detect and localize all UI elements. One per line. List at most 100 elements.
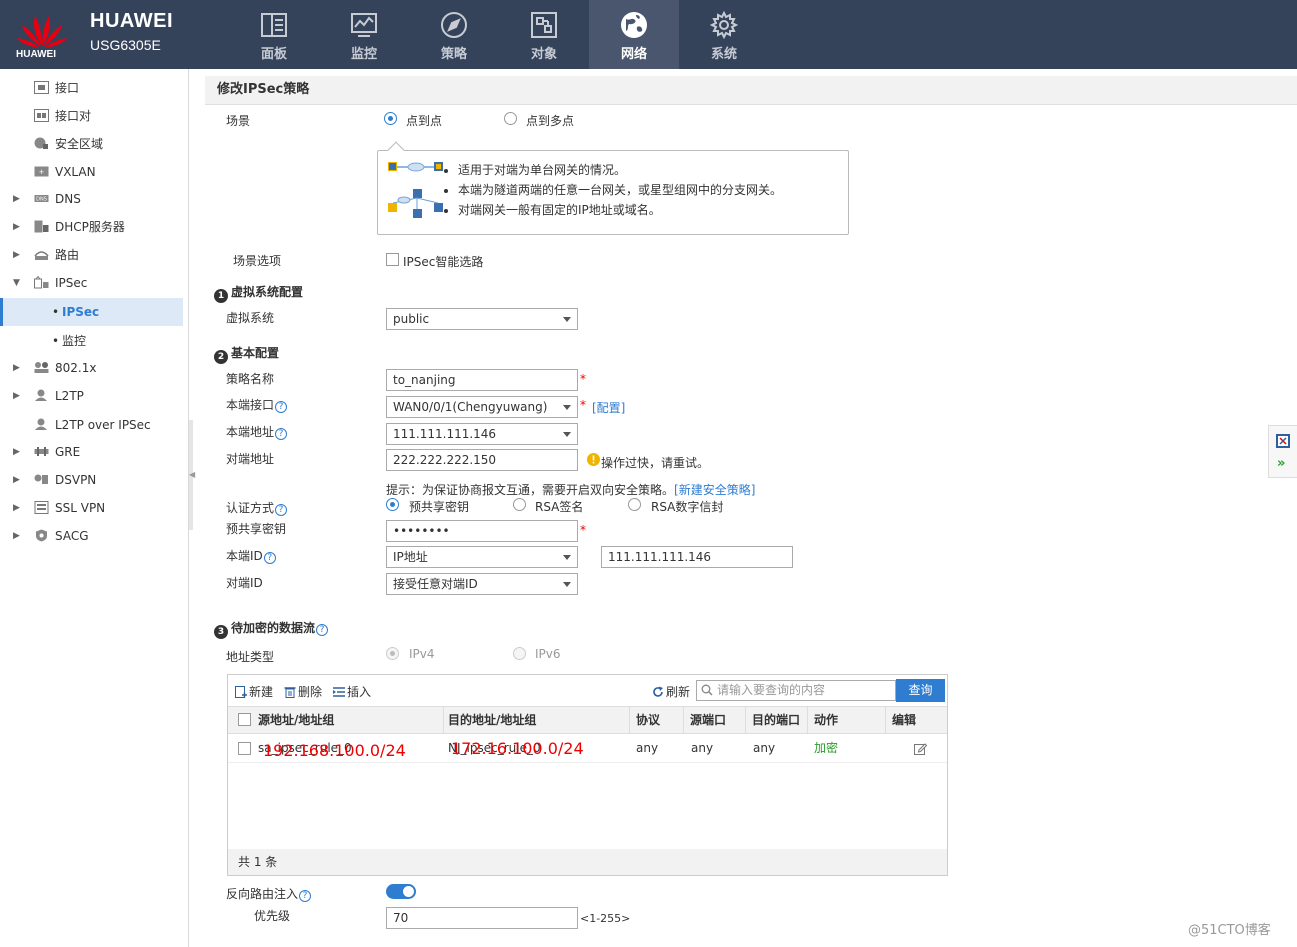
smart-routing-checkbox[interactable] <box>386 253 399 266</box>
local-id-input[interactable]: 111.111.111.146 <box>601 546 793 568</box>
expand-right-icon[interactable]: ▶ <box>13 243 20 267</box>
sidebar-item-ipsec-monitor[interactable]: • 监控 <box>0 329 183 353</box>
row-protocol: any <box>636 741 659 755</box>
gre-icon <box>34 447 49 456</box>
select-all-checkbox[interactable] <box>238 713 251 726</box>
nav-dashboard[interactable]: 面板 <box>229 0 319 69</box>
nav-system[interactable]: 系统 <box>679 0 769 69</box>
col-protocol[interactable]: 协议 <box>630 707 684 733</box>
sidebar-item-dsvpn[interactable]: ▶ DSVPN <box>0 468 183 492</box>
top-header: HUAWEI HUAWEI USG6305E 面板 监控 策略 对象 网络 系统 <box>0 0 1297 69</box>
row-checkbox[interactable] <box>238 742 251 755</box>
sidebar-item-interface[interactable]: 接口 <box>0 76 183 100</box>
help-icon[interactable]: ? <box>316 624 329 636</box>
expand-right-icon[interactable]: ▶ <box>13 468 20 492</box>
config-link[interactable]: [配置] <box>592 399 625 416</box>
col-dst-port[interactable]: 目的端口 <box>746 707 808 733</box>
delete-button[interactable]: 删除 <box>284 683 322 700</box>
sidebar-item-dot1x[interactable]: ▶ 802.1x <box>0 356 183 380</box>
scene-info-item: 本端为隧道两端的任意一台网关，或星型组网中的分支网关。 <box>458 180 782 200</box>
auth-rsa-envelope-label: RSA数字信封 <box>651 500 724 514</box>
new-button[interactable]: 新建 <box>235 683 273 700</box>
vsys-select[interactable]: public <box>386 308 578 330</box>
col-action[interactable]: 动作 <box>808 707 886 733</box>
sidebar-item-ipsec[interactable]: ▼ IPSec <box>0 271 183 295</box>
sidebar-item-sacg[interactable]: ▶ SACG <box>0 524 183 548</box>
nav-network[interactable]: 网络 <box>589 0 679 69</box>
ipv6-radio[interactable] <box>513 647 526 660</box>
nav-policy[interactable]: 策略 <box>409 0 499 69</box>
nav-object[interactable]: 对象 <box>499 0 589 69</box>
nav-monitor[interactable]: 监控 <box>319 0 409 69</box>
expand-down-icon[interactable]: ▼ <box>13 271 20 295</box>
expand-right-icon[interactable]: ▶ <box>13 524 20 548</box>
scene-p2p-radio[interactable] <box>384 112 397 125</box>
auth-rsa-sign-radio[interactable] <box>513 498 526 511</box>
brand-name: HUAWEI <box>90 10 173 32</box>
help-icon[interactable]: ? <box>263 552 276 564</box>
sidebar-item-dhcp[interactable]: ▶ DHCP服务器 <box>0 215 183 239</box>
row-src-port: any <box>691 741 714 755</box>
auth-psk-radio[interactable] <box>386 498 399 511</box>
edit-icon[interactable] <box>914 742 927 755</box>
sidebar-item-interface-pair[interactable]: 接口对 <box>0 104 183 128</box>
sidebar-item-gre[interactable]: ▶ GRE <box>0 440 183 464</box>
local-id-type-select[interactable]: IP地址 <box>386 546 578 568</box>
sidebar-item-route[interactable]: ▶ 路由 <box>0 243 183 267</box>
ipv4-radio[interactable] <box>386 647 399 660</box>
peer-id-select[interactable]: 接受任意对端ID <box>386 573 578 595</box>
peer-address-input[interactable]: 222.222.222.150 <box>386 449 578 471</box>
local-interface-select[interactable]: WAN0/0/1(Chengyuwang) <box>386 396 578 418</box>
sidebar-item-sslvpn[interactable]: ▶ SSL VPN <box>0 496 183 520</box>
interface-pair-icon <box>34 109 49 122</box>
ipv6-label: IPv6 <box>535 647 561 661</box>
help-book-icon[interactable] <box>1275 433 1291 449</box>
sidebar-item-vxlan[interactable]: + VXLAN <box>0 160 183 184</box>
collapse-arrow-icon[interactable]: ◀ <box>189 470 195 479</box>
scene-option-label: 场景选项 <box>233 254 282 268</box>
col-source[interactable]: 源地址/地址组 <box>252 707 444 733</box>
priority-input[interactable]: 70 <box>386 907 578 929</box>
sidebar-item-dns[interactable]: ▶ DNS DNS <box>0 187 183 211</box>
expand-right-icon[interactable]: ▶ <box>13 440 20 464</box>
help-icon[interactable]: ? <box>299 890 312 902</box>
expand-right-icon[interactable]: ▶ <box>13 496 20 520</box>
query-button[interactable]: 查询 <box>896 679 945 702</box>
new-security-policy-link[interactable]: [新建安全策略] <box>674 483 755 497</box>
scene-p2mp-radio[interactable] <box>504 112 517 125</box>
help-icon[interactable]: ? <box>275 504 288 516</box>
col-src-port[interactable]: 源端口 <box>684 707 746 733</box>
data-flow-table: 新建 删除 插入 刷新 请输入要查询的内容 查询 源地址/地址组 目的地址/地址… <box>227 674 948 876</box>
expand-right-icon[interactable]: ▶ <box>13 215 20 239</box>
expand-right-icon[interactable]: ▶ <box>13 187 20 211</box>
sidebar-item-l2tp[interactable]: ▶ L2TP <box>0 384 183 408</box>
help-icon[interactable]: ? <box>275 401 288 413</box>
help-icon[interactable]: ? <box>275 428 288 440</box>
auth-rsa-envelope-radio[interactable] <box>628 498 641 511</box>
psk-input[interactable]: •••••••• <box>386 520 578 542</box>
sidebar-item-label: 802.1x <box>55 361 97 375</box>
expand-panel-icon[interactable]: » <box>1277 456 1285 471</box>
warning-icon <box>587 453 600 466</box>
local-address-select[interactable]: 111.111.111.146 <box>386 423 578 445</box>
compass-icon <box>441 12 467 38</box>
insert-button[interactable]: 插入 <box>333 683 371 700</box>
sidebar-item-label: 安全区域 <box>55 137 104 151</box>
sidebar-splitter[interactable]: ◀ <box>189 420 195 530</box>
refresh-button[interactable]: 刷新 <box>652 683 690 700</box>
search-input[interactable]: 请输入要查询的内容 <box>696 680 896 701</box>
sidebar-item-ipsec-policy[interactable]: • IPSec <box>0 298 183 326</box>
table-toolbar: 新建 删除 插入 刷新 请输入要查询的内容 查询 <box>228 675 947 705</box>
col-destination[interactable]: 目的地址/地址组 <box>442 707 630 733</box>
expand-right-icon[interactable]: ▶ <box>13 384 20 408</box>
reverse-route-toggle[interactable] <box>386 884 416 899</box>
policy-name-input[interactable]: to_nanjing <box>386 369 578 391</box>
sidebar-item-l2tp-over-ipsec[interactable]: L2TP over IPSec <box>0 413 183 437</box>
expand-right-icon[interactable]: ▶ <box>13 356 20 380</box>
right-float-panel[interactable]: » <box>1268 425 1297 478</box>
sidebar-item-label: 路由 <box>55 248 80 262</box>
sidebar-item-security-zone[interactable]: 安全区域 <box>0 132 183 156</box>
dot1x-icon <box>34 362 49 373</box>
main-panel: 修改IPSec策略 场景 点到点 点到多点 适用于对端为单台网关的情况。 本端为… <box>205 76 1297 947</box>
sidebar-item-label: 接口 <box>55 81 80 95</box>
